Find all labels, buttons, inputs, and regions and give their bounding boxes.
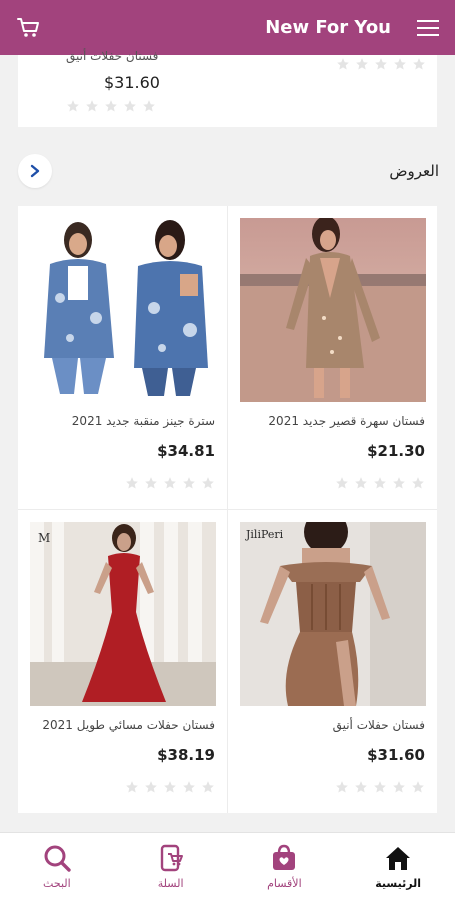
product-name: فستان حفلات أنيق bbox=[332, 718, 425, 732]
product-name: فستان سهرة قصير جديد 2021 bbox=[268, 414, 425, 428]
star-icon bbox=[393, 477, 405, 489]
star-icon bbox=[67, 100, 79, 112]
product-name: سترة جينز منقبة جديد 2021 bbox=[71, 414, 215, 428]
home-icon bbox=[386, 847, 411, 870]
star-icon bbox=[145, 781, 157, 793]
nav-item-cart[interactable]: السلة bbox=[121, 843, 221, 890]
nav-item-home[interactable]: الرئيسية bbox=[348, 843, 448, 890]
star-icon bbox=[393, 781, 405, 793]
app-bar: New For You bbox=[0, 0, 455, 55]
star-icon bbox=[412, 477, 424, 489]
product-rating bbox=[125, 476, 215, 490]
star-icon bbox=[183, 781, 195, 793]
star-icon bbox=[336, 477, 348, 489]
star-icon bbox=[374, 477, 386, 489]
svg-text:M: M bbox=[38, 531, 50, 545]
nav-label-categories: الأقسام bbox=[267, 877, 302, 890]
star-icon bbox=[356, 58, 368, 70]
hamburger-menu-icon[interactable] bbox=[415, 15, 441, 41]
star-icon bbox=[202, 477, 214, 489]
section-title: العروض bbox=[389, 162, 439, 180]
bag-icon bbox=[273, 844, 296, 870]
previous-product-price: $31.60 bbox=[104, 73, 160, 92]
page-title: New For You bbox=[265, 17, 391, 38]
product-price: $31.60 bbox=[367, 746, 425, 764]
product-rating bbox=[335, 476, 425, 490]
product-price: $38.19 bbox=[157, 746, 215, 764]
star-icon bbox=[86, 100, 98, 112]
bottom-navigation: البحث السلة الأقسام الرئيسية bbox=[0, 832, 455, 900]
star-icon bbox=[164, 477, 176, 489]
star-icon bbox=[336, 781, 348, 793]
nav-label-home: الرئيسية bbox=[375, 877, 421, 890]
star-icon bbox=[394, 58, 406, 70]
cart-phone-icon bbox=[160, 844, 183, 872]
star-icon bbox=[412, 781, 424, 793]
star-icon bbox=[355, 477, 367, 489]
star-icon bbox=[164, 781, 176, 793]
product-rating bbox=[335, 780, 425, 794]
star-icon bbox=[126, 477, 138, 489]
star-icon bbox=[105, 100, 117, 112]
product-price: $21.30 bbox=[367, 442, 425, 460]
star-icon bbox=[375, 58, 387, 70]
red-satin-gown-photo[interactable]: M bbox=[30, 522, 216, 706]
previous-products-row: فستان حفلات أنيق $31.60 bbox=[18, 49, 437, 127]
product-card[interactable]: M فستان حفلات مسائي طويل 2021 $38.19 bbox=[18, 510, 227, 813]
product-grid: سترة جينز منقبة جديد 2021 $34.81 فستان س… bbox=[18, 206, 437, 813]
product-price: $34.81 bbox=[157, 442, 215, 460]
offers-section-header: العروض bbox=[18, 150, 443, 192]
star-icon bbox=[145, 477, 157, 489]
denim-jacket-photo[interactable] bbox=[30, 218, 216, 402]
product-rating bbox=[125, 780, 215, 794]
previous-rating-left bbox=[66, 99, 156, 113]
nav-label-search: البحث bbox=[43, 877, 71, 890]
star-icon bbox=[143, 100, 155, 112]
brown-corset-dress-photo[interactable]: JiliPeri bbox=[240, 522, 426, 706]
star-icon bbox=[202, 781, 214, 793]
product-card[interactable]: فستان سهرة قصير جديد 2021 $21.30 bbox=[228, 206, 437, 509]
star-icon bbox=[183, 477, 195, 489]
star-icon bbox=[413, 58, 425, 70]
product-card[interactable]: JiliPeri فستان حفلات أنيق $31.60 bbox=[228, 510, 437, 813]
chevron-right-icon[interactable] bbox=[18, 154, 52, 188]
product-card[interactable]: سترة جينز منقبة جديد 2021 $34.81 bbox=[18, 206, 227, 509]
nav-item-search[interactable]: البحث bbox=[7, 843, 107, 890]
nav-label-cart: السلة bbox=[157, 877, 184, 890]
svg-text:JiliPeri: JiliPeri bbox=[245, 528, 284, 541]
sequin-dress-photo[interactable] bbox=[240, 218, 426, 402]
nav-item-categories[interactable]: الأقسام bbox=[234, 843, 334, 890]
star-icon bbox=[126, 781, 138, 793]
star-icon bbox=[337, 58, 349, 70]
product-name: فستان حفلات مسائي طويل 2021 bbox=[42, 718, 215, 732]
star-icon bbox=[355, 781, 367, 793]
cart-icon[interactable] bbox=[16, 15, 42, 41]
search-icon bbox=[44, 845, 71, 872]
star-icon bbox=[374, 781, 386, 793]
previous-product-name: فستان حفلات أنيق bbox=[66, 49, 159, 63]
previous-rating-right bbox=[336, 57, 426, 71]
star-icon bbox=[124, 100, 136, 112]
